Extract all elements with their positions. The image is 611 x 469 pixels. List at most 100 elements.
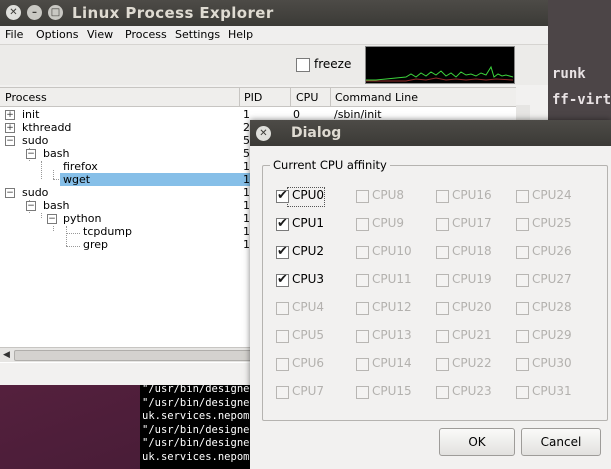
cpu-checkbox-label: CPU15 bbox=[372, 384, 412, 398]
cpu-checkbox bbox=[436, 330, 449, 343]
cpu-checkbox-label: CPU28 bbox=[532, 300, 572, 314]
process-name: sudo bbox=[22, 186, 49, 199]
cpu-checkbox-label: CPU21 bbox=[452, 328, 492, 342]
cpu-checkbox-label: CPU8 bbox=[372, 188, 405, 202]
cpu-checkbox-label: CPU11 bbox=[372, 272, 412, 286]
cpu-checkbox-label: CPU1 bbox=[292, 216, 325, 230]
process-pid: 1 bbox=[243, 238, 250, 251]
menu-options[interactable]: Options bbox=[36, 28, 78, 41]
maximize-icon[interactable]: □ bbox=[48, 5, 63, 20]
process-pid: 5 bbox=[243, 134, 250, 147]
process-name: kthreadd bbox=[22, 121, 72, 134]
freeze-checkbox[interactable] bbox=[296, 58, 310, 72]
cpu-checkbox-label: CPU31 bbox=[532, 384, 572, 398]
cpu-checkbox bbox=[516, 274, 529, 287]
scrollbar-thumb[interactable] bbox=[14, 350, 256, 361]
cpu-checkbox bbox=[516, 302, 529, 315]
column-header-cpu[interactable]: CPU bbox=[296, 91, 318, 104]
cpu-checkbox bbox=[436, 358, 449, 371]
cpu-checkbox-label: CPU25 bbox=[532, 216, 572, 230]
cpu-graph-line bbox=[366, 65, 514, 81]
cpu-checkbox-label: CPU0 bbox=[292, 188, 325, 202]
cpu-checkbox-label: CPU17 bbox=[452, 216, 492, 230]
cpu-checkbox-label: CPU30 bbox=[532, 356, 572, 370]
process-name: bash bbox=[43, 199, 70, 212]
close-icon[interactable]: ✕ bbox=[6, 5, 21, 20]
cpu-graph-svg bbox=[366, 65, 514, 82]
background-window-text: runk bbox=[552, 66, 586, 82]
close-icon[interactable]: ✕ bbox=[256, 126, 271, 141]
ok-button[interactable]: OK bbox=[439, 428, 515, 456]
dialog-title-bar[interactable]: ✕ Dialog bbox=[250, 120, 611, 146]
collapse-icon[interactable]: − bbox=[26, 201, 36, 211]
cpu-checkbox-label: CPU24 bbox=[532, 188, 572, 202]
terminal-line: uk.services.nepomu bbox=[142, 450, 255, 463]
checkmark-icon: ✔ bbox=[277, 216, 288, 231]
terminal-line: "/usr/bin/designer bbox=[142, 396, 255, 409]
cpu-checkbox-label: CPU18 bbox=[452, 244, 492, 258]
terminal-window: "/usr/bin/designer "/usr/bin/designer uk… bbox=[140, 382, 255, 469]
process-name: python bbox=[63, 212, 102, 225]
cancel-button[interactable]: Cancel bbox=[521, 428, 601, 456]
process-pid: 2 bbox=[243, 121, 250, 134]
cpu-checkbox bbox=[356, 386, 369, 399]
cpu-checkbox-label: CPU2 bbox=[292, 244, 325, 258]
process-name: wget bbox=[63, 173, 91, 186]
expand-icon[interactable]: + bbox=[5, 110, 15, 120]
cpu-usage-graph bbox=[365, 46, 515, 84]
menu-view[interactable]: View bbox=[87, 28, 113, 41]
column-header-pid[interactable]: PID bbox=[244, 91, 262, 104]
process-pid: 1 bbox=[243, 173, 250, 186]
dialog-title: Dialog bbox=[291, 125, 342, 141]
column-header-command-line[interactable]: Command Line bbox=[335, 91, 418, 104]
checkmark-icon: ✔ bbox=[277, 272, 288, 287]
cpu-checkbox bbox=[516, 246, 529, 259]
minimize-icon[interactable]: – bbox=[27, 5, 42, 20]
freeze-label: freeze bbox=[314, 57, 352, 71]
cpu-checkbox[interactable]: ✔ bbox=[276, 188, 289, 203]
collapse-icon[interactable]: − bbox=[5, 136, 15, 146]
cpu-checkbox-label: CPU12 bbox=[372, 300, 412, 314]
title-bar[interactable]: ✕ – □ Linux Process Explorer bbox=[0, 0, 548, 26]
menu-settings[interactable]: Settings bbox=[175, 28, 220, 41]
cpu-checkbox-label: CPU6 bbox=[292, 356, 325, 370]
process-name: firefox bbox=[63, 160, 98, 173]
cpu-checkbox bbox=[516, 358, 529, 371]
menu-help[interactable]: Help bbox=[228, 28, 253, 41]
cpu-checkbox-label: CPU22 bbox=[452, 356, 492, 370]
cpu-checkbox-label: CPU27 bbox=[532, 272, 572, 286]
terminal-line: "/usr/bin/designer bbox=[142, 437, 255, 449]
process-name: grep bbox=[83, 238, 109, 251]
cpu-checkbox bbox=[356, 190, 369, 203]
cpu-checkbox-label: CPU16 bbox=[452, 188, 492, 202]
cpu-checkbox-label: CPU9 bbox=[372, 216, 405, 230]
cpu-checkbox-label: CPU29 bbox=[532, 328, 572, 342]
collapse-icon[interactable]: − bbox=[26, 149, 36, 159]
cpu-checkbox bbox=[436, 218, 449, 231]
menu-process[interactable]: Process bbox=[125, 28, 167, 41]
cpu-checkbox[interactable]: ✔ bbox=[276, 272, 289, 287]
scroll-left-icon[interactable]: ◀ bbox=[3, 350, 10, 360]
cpu-checkbox[interactable]: ✔ bbox=[276, 244, 289, 259]
process-name: tcpdump bbox=[83, 225, 132, 238]
menu-file[interactable]: File bbox=[5, 28, 23, 41]
process-pid: 1 bbox=[243, 108, 250, 121]
cpu-checkbox bbox=[276, 358, 289, 371]
background-window: runk ff-virtual bbox=[548, 0, 611, 140]
cpu-checkbox bbox=[436, 274, 449, 287]
cpu-checkbox-label: CPU4 bbox=[292, 300, 325, 314]
cpu-checkbox-label: CPU7 bbox=[292, 384, 325, 398]
collapse-icon[interactable]: − bbox=[5, 188, 15, 198]
cpu-checkbox-label: CPU13 bbox=[372, 328, 412, 342]
background-window-text: ff-virtual bbox=[552, 92, 611, 108]
cpu-checkbox bbox=[356, 274, 369, 287]
terminal-line: uk.services.nepomu bbox=[142, 410, 255, 422]
cpu-checkbox bbox=[356, 246, 369, 259]
cpu-checkbox bbox=[516, 190, 529, 203]
expand-icon[interactable]: + bbox=[5, 123, 15, 133]
menu-bar: File Options View Process Settings Help bbox=[0, 26, 548, 45]
collapse-icon[interactable]: − bbox=[47, 214, 57, 224]
cpu-checkbox[interactable]: ✔ bbox=[276, 216, 289, 231]
column-header-process[interactable]: Process bbox=[5, 91, 47, 104]
cpu-checkbox bbox=[516, 330, 529, 343]
